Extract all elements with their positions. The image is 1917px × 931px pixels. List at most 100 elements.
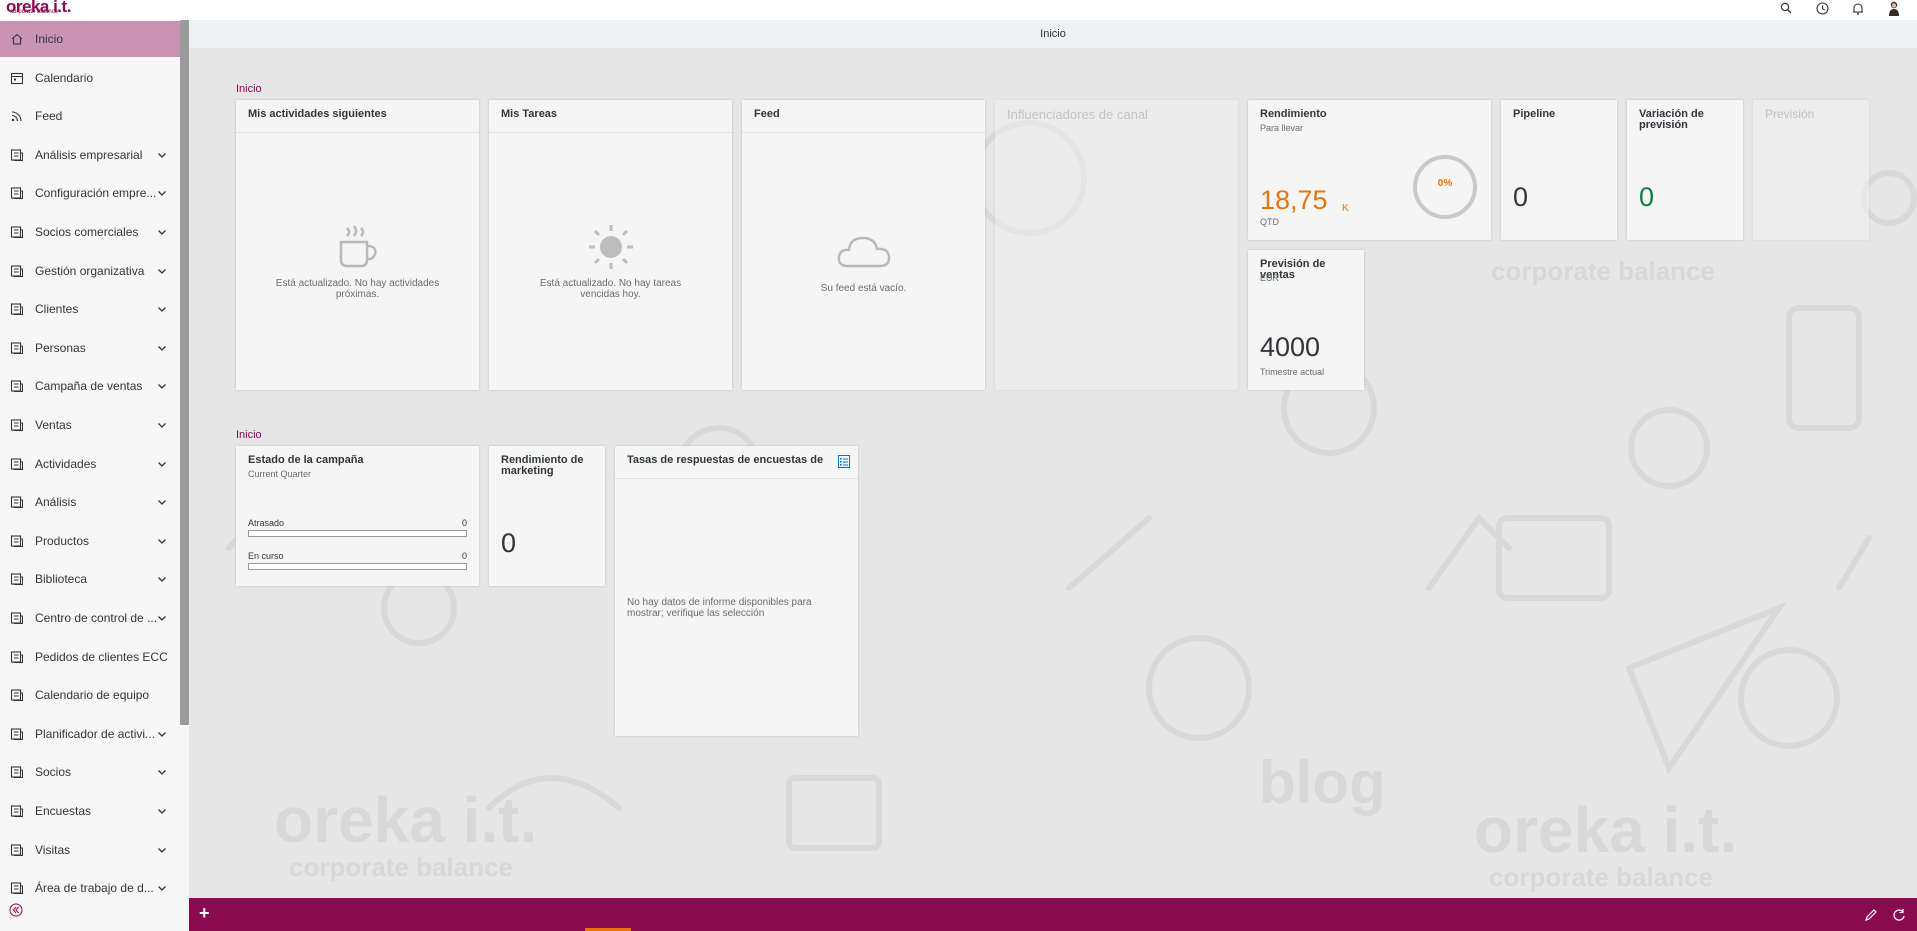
- sidebar-item-19[interactable]: Socios: [0, 754, 180, 790]
- chevron-down-icon[interactable]: [157, 613, 167, 623]
- sidebar-item-17[interactable]: Calendario de equipo: [0, 677, 180, 713]
- group-title-home-1: Inicio: [236, 83, 262, 95]
- sidebar-item-5[interactable]: Socios comerciales: [0, 214, 180, 250]
- sidebar-item-label: Encuestas: [35, 804, 92, 818]
- chevron-down-icon[interactable]: [157, 459, 167, 469]
- org-icon: [10, 265, 23, 277]
- tile-my-tasks[interactable]: Mis Tareas Está actualizado. No hay tare…: [489, 100, 732, 390]
- business-analysis-icon: [10, 149, 23, 161]
- chevron-down-icon[interactable]: [157, 266, 167, 276]
- status-row-in-progress[interactable]: En curso 0: [248, 551, 467, 570]
- sidebar-item-16[interactable]: Pedidos de clientes ECC: [0, 639, 180, 675]
- refresh-icon[interactable]: [1892, 908, 1906, 922]
- tile-forecast[interactable]: Previsión: [1753, 100, 1869, 240]
- sidebar-item-label: Ventas: [35, 418, 72, 432]
- sidebar-item-label: Personas: [35, 340, 86, 355]
- tile-campaign-status[interactable]: Estado de la campaña Current Quarter Atr…: [236, 446, 479, 586]
- search-icon[interactable]: [1779, 1, 1793, 15]
- chevron-down-icon[interactable]: [157, 883, 167, 893]
- tile-pipeline[interactable]: Pipeline 0: [1501, 100, 1617, 240]
- chevron-down-icon[interactable]: [157, 574, 167, 584]
- bg-watermark-blog: blog: [1259, 749, 1386, 816]
- sidebar-item-13[interactable]: Productos: [0, 523, 180, 559]
- sidebar-item-1[interactable]: Calendario: [0, 60, 180, 96]
- chevron-down-icon[interactable]: [157, 767, 167, 777]
- tile-my-activities[interactable]: Mis actividades siguientes Está actualiz…: [236, 100, 479, 390]
- sidebar-item-6[interactable]: Gestión organizativa: [0, 253, 180, 289]
- sidebar-item-21[interactable]: Visitas: [0, 832, 180, 868]
- chevron-down-icon[interactable]: [157, 343, 167, 353]
- tile-sales-forecast[interactable]: Previsión de ventas EUR 4000 Trimestre a…: [1248, 250, 1364, 390]
- sidebar-item-14[interactable]: Biblioteca: [0, 561, 180, 597]
- chevron-down-icon[interactable]: [157, 150, 167, 160]
- sidebar-item-2[interactable]: Feed: [0, 98, 180, 134]
- kpi-value: 18,75: [1260, 185, 1328, 215]
- sidebar-scrollbar[interactable]: [180, 20, 189, 725]
- collapse-sidebar-icon[interactable]: [9, 903, 23, 917]
- chevron-down-icon[interactable]: [157, 420, 167, 430]
- kpi-unit: K: [1342, 203, 1349, 214]
- empty-state-text: No hay datos de informe disponibles para…: [627, 597, 812, 619]
- sidebar-item-11[interactable]: Actividades: [0, 446, 180, 482]
- sidebar-item-8[interactable]: Personas: [0, 330, 180, 366]
- chevron-down-icon[interactable]: [157, 806, 167, 816]
- chevron-down-icon[interactable]: [157, 497, 167, 507]
- page-title: Inicio: [189, 20, 1917, 48]
- chevron-down-icon[interactable]: [157, 845, 167, 855]
- status-row-value: 0: [461, 518, 467, 528]
- tile-title: Rendimiento de marketing: [501, 454, 584, 477]
- bg-watermark-sub-left: corporate balance: [289, 852, 513, 882]
- sidebar-item-18[interactable]: Planificador de activi...: [0, 716, 180, 752]
- chevron-down-icon[interactable]: [157, 188, 167, 198]
- sidebar-item-22[interactable]: Área de trabajo de d...: [0, 870, 180, 906]
- tile-title: Variación de previsión: [1639, 108, 1704, 131]
- sidebar-item-10[interactable]: Ventas: [0, 407, 180, 443]
- chevron-down-icon[interactable]: [157, 381, 167, 391]
- sidebar-item-label: Planificador de activi...: [35, 726, 156, 741]
- control-center-icon: [10, 612, 23, 624]
- chevron-down-icon[interactable]: [157, 304, 167, 314]
- user-avatar[interactable]: [1887, 1, 1901, 16]
- sidebar-item-4[interactable]: Configuración empre...: [0, 175, 180, 211]
- tile-channel-influencers[interactable]: Influenciadores de canal: [995, 100, 1238, 390]
- sidebar-item-3[interactable]: Análisis empresarial: [0, 137, 180, 173]
- add-icon[interactable]: +: [199, 903, 210, 924]
- tile-performance[interactable]: Rendimiento Para llevar 18,75 K QTD 0%: [1248, 100, 1491, 240]
- chevron-down-icon[interactable]: [157, 729, 167, 739]
- tile-title: Previsión: [1765, 107, 1815, 121]
- tile-marketing-performance[interactable]: Rendimiento de marketing 0: [489, 446, 605, 586]
- sidebar-item-9[interactable]: Campaña de ventas: [0, 368, 180, 404]
- sidebar-item-20[interactable]: Encuestas: [0, 793, 180, 829]
- sidebar-item-0[interactable]: Inicio: [0, 21, 180, 57]
- bg-watermark-sub-right: corporate balance: [1489, 862, 1713, 892]
- sidebar-item-15[interactable]: Centro de control de ...: [0, 600, 180, 636]
- sidebar-item-label: Campaña de ventas: [35, 379, 143, 394]
- cloud-icon: [837, 236, 891, 268]
- clock-icon[interactable]: [1815, 1, 1829, 15]
- company-logo[interactable]: oreka i.t. corporate balance: [6, 0, 71, 16]
- sidebar-item-12[interactable]: Análisis: [0, 484, 180, 520]
- products-icon: [10, 535, 23, 547]
- tile-divider: [489, 132, 732, 133]
- bell-icon[interactable]: [1851, 1, 1865, 15]
- tile-forecast-variation[interactable]: Variación de previsión 0: [1627, 100, 1743, 240]
- sidebar-item-label: Pedidos de clientes ECC: [35, 649, 168, 664]
- tile-survey-response-rates[interactable]: Tasas de respuestas de encuestas de sati…: [615, 446, 858, 736]
- chevron-down-icon[interactable]: [157, 536, 167, 546]
- sidebar-item-label: Calendario de equipo: [35, 688, 150, 703]
- tile-feed[interactable]: Feed Su feed está vacío.: [742, 100, 985, 390]
- tile-divider: [615, 478, 858, 479]
- chevron-down-icon[interactable]: [157, 227, 167, 237]
- sidebar-item-label: Biblioteca: [35, 572, 88, 587]
- empty-state-text: Está actualizado. No hay actividades pró…: [275, 278, 440, 300]
- kpi-footer: Trimestre actual: [1260, 367, 1325, 377]
- sidebar-item-7[interactable]: Clientes: [0, 291, 180, 327]
- library-icon: [10, 573, 23, 586]
- sidebar-item-label: Calendario: [35, 70, 94, 85]
- socios-icon: [10, 766, 23, 779]
- edit-icon[interactable]: [1864, 908, 1878, 922]
- report-list-icon[interactable]: [838, 455, 850, 468]
- activities-icon: [10, 458, 23, 470]
- sidebar-item-label: Socios comerciales: [35, 225, 139, 239]
- status-row-delayed[interactable]: Atrasado 0: [248, 518, 467, 537]
